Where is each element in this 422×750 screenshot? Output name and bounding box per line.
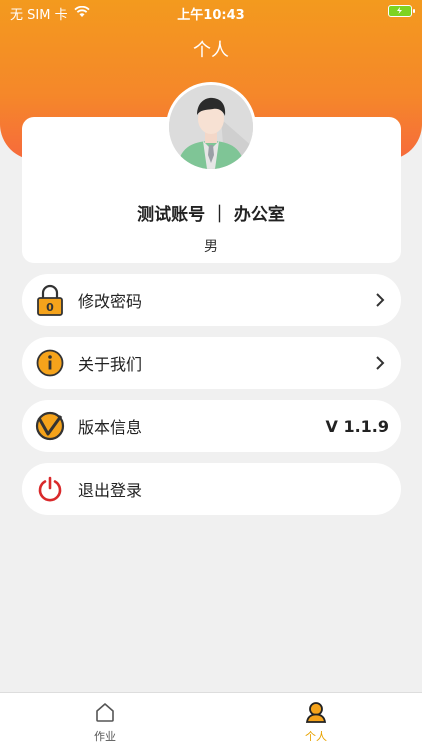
tab-bar: 作业 个人: [0, 692, 422, 750]
person-icon: [305, 701, 327, 726]
lock-icon: 0: [34, 284, 66, 316]
version-icon: [34, 410, 66, 442]
menu-label-logout: 退出登录: [78, 481, 143, 500]
menu-item-change-password[interactable]: 0 修改密码: [22, 274, 401, 326]
tab-label-personal: 个人: [305, 730, 327, 743]
page-title: 个人: [193, 40, 229, 61]
chevron-right-icon: [373, 293, 387, 307]
menu-label-version-info: 版本信息: [78, 418, 143, 437]
menu-item-about-us[interactable]: 关于我们: [22, 337, 401, 389]
profile-name: 测试账号 ｜ 办公室: [137, 205, 285, 225]
tab-personal[interactable]: 个人: [276, 701, 356, 744]
menu-item-logout[interactable]: 退出登录: [22, 463, 401, 515]
status-bar: 无 SIM 卡 上午10:43: [0, 0, 422, 24]
avatar[interactable]: [166, 82, 256, 172]
svg-text:0: 0: [46, 301, 54, 314]
menu-label-change-password: 修改密码: [78, 292, 143, 311]
profile-gender: 男: [204, 239, 218, 255]
info-icon: [34, 347, 66, 379]
tab-label-homework: 作业: [94, 730, 116, 743]
power-icon: [34, 473, 66, 505]
battery-icon: [388, 5, 415, 17]
avatar-person-icon: [169, 85, 253, 169]
chevron-right-icon: [373, 356, 387, 370]
version-value: V 1.1.9: [325, 416, 389, 436]
status-time: 上午10:43: [177, 8, 245, 23]
menu-label-about-us: 关于我们: [78, 355, 143, 374]
menu-item-version-info[interactable]: 版本信息 V 1.1.9: [22, 400, 401, 452]
home-icon: [94, 701, 116, 726]
tab-homework[interactable]: 作业: [65, 701, 145, 744]
